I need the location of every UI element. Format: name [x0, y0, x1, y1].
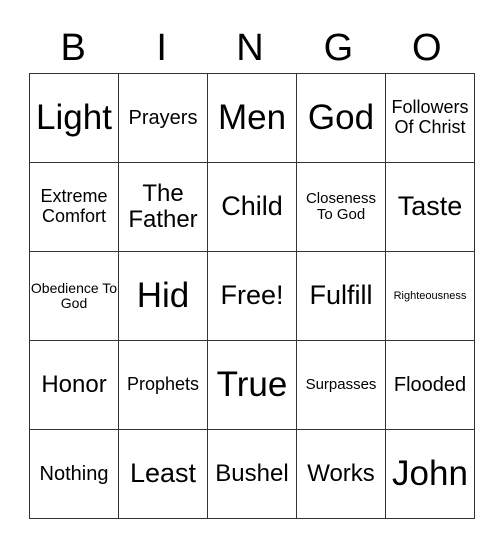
bingo-header: B I N G O — [29, 26, 471, 70]
bingo-cell[interactable]: Child — [207, 162, 297, 252]
bingo-grid: Light Prayers Men God Followers Of Christ Ext… — [29, 73, 475, 519]
header-letter: N — [236, 27, 264, 69]
bingo-cell[interactable]: Obedience To God — [29, 251, 119, 341]
bingo-cell[interactable]: Honor — [29, 340, 119, 430]
bingo-cell[interactable]: Bushel — [207, 429, 297, 519]
header-letter: B — [60, 27, 86, 69]
grid-row: Honor Prophets True Surpasses Flooded — [29, 340, 475, 430]
bingo-cell[interactable]: Light — [29, 73, 119, 163]
bingo-cell[interactable]: The Father — [118, 162, 208, 252]
bingo-cell[interactable]: Men — [207, 73, 297, 163]
grid-row: Obedience To God Hid Free! Fulfill Righteous… — [29, 251, 475, 341]
bingo-cell[interactable]: Followers Of Christ — [385, 73, 475, 163]
header-letter: O — [412, 27, 442, 69]
bingo-cell[interactable]: Prophets — [118, 340, 208, 430]
grid-row: Extreme Comfort The Father Child Closeness … — [29, 162, 475, 252]
bingo-cell[interactable]: Prayers — [118, 73, 208, 163]
bingo-cell[interactable]: Extreme Comfort — [29, 162, 119, 252]
bingo-cell[interactable]: Nothing — [29, 429, 119, 519]
bingo-cell[interactable]: True — [207, 340, 297, 430]
bingo-cell[interactable]: Righteousness — [385, 251, 475, 341]
bingo-cell[interactable]: Flooded — [385, 340, 475, 430]
bingo-cell[interactable]: Surpasses — [296, 340, 386, 430]
bingo-cell[interactable]: Hid — [118, 251, 208, 341]
grid-row: Light Prayers Men God Followers Of Christ — [29, 73, 475, 163]
header-letter: G — [323, 27, 354, 69]
bingo-cell[interactable]: God — [296, 73, 386, 163]
bingo-cell[interactable]: Taste — [385, 162, 475, 252]
bingo-cell[interactable]: Free! — [207, 251, 297, 341]
bingo-cell[interactable]: Closeness To God — [296, 162, 386, 252]
grid-row: Nothing Least Bushel Works John — [29, 429, 475, 519]
bingo-cell[interactable]: John — [385, 429, 475, 519]
bingo-cell[interactable]: Works — [296, 429, 386, 519]
header-letter: I — [156, 27, 167, 69]
bingo-cell[interactable]: Least — [118, 429, 208, 519]
bingo-cell[interactable]: Fulfill — [296, 251, 386, 341]
